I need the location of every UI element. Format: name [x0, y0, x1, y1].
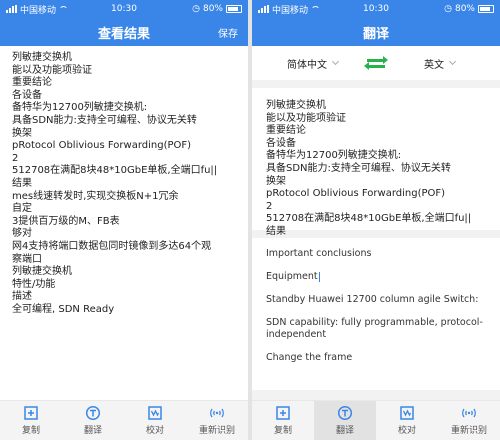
battery-icon: [478, 5, 494, 13]
text-line: 换架: [266, 175, 286, 187]
status-bar: 中国移动 10:30 ◷ 80%: [0, 0, 248, 18]
text-line: 描述: [12, 291, 32, 303]
copy-icon: [24, 406, 38, 420]
translate-label: 翻译: [83, 426, 102, 436]
text-line: pRotocol Oblivious Forwarding(POF): [266, 188, 446, 200]
source-language-label: 简体中文: [287, 59, 327, 71]
proofread-label: 校对: [397, 426, 416, 436]
text-line: 能以及功能项验证: [266, 112, 346, 124]
text-line: 备特华为12700列敏捷交换机:: [266, 150, 402, 162]
target-language-label: 英文: [424, 59, 444, 71]
text-line: 2: [266, 200, 273, 212]
text-line: 各设备: [12, 89, 42, 101]
text-line: 结果: [12, 177, 32, 189]
status-bar: 中国移动 10:30 ◷ 80%: [252, 0, 500, 18]
copy-button[interactable]: 复制: [252, 401, 314, 440]
copy-label: 复制: [21, 426, 40, 436]
rescan-button[interactable]: 重新识别: [438, 401, 500, 440]
rescan-icon: [462, 408, 476, 418]
proofread-label: 校对: [145, 426, 164, 436]
text-line: 3提供百万级的M、FB表: [12, 215, 120, 227]
text-line: 512708在满配8块48*10GbE单板,全端口fu||: [266, 213, 472, 225]
text-line: 网4支持将端口数据包同时镜像到多达64个观: [12, 240, 212, 252]
chevron-down-icon: [448, 57, 457, 66]
text-line: 察端口: [12, 253, 42, 265]
clock: 10:30: [111, 4, 137, 14]
text-line: 各设备: [266, 137, 296, 149]
translate-icon: [85, 405, 101, 421]
text-line: 列敏捷交换机: [12, 52, 72, 63]
app-bar: 查看结果 保存: [0, 18, 248, 46]
source-text-card[interactable]: 列敏捷交换机 能以及功能项验证 重要结论 各设备 备特华为12700列敏捷交换机: 具备S…: [252, 88, 500, 237]
text-line: 重要结论: [266, 125, 306, 137]
text-line: 备特华为12700列敏捷交换机:: [12, 102, 148, 114]
ocr-result-text[interactable]: 列敏捷交换机 能以及功能项验证 重要结论 各设备 备特华为12700列敏捷交换机: 具备S…: [0, 46, 248, 322]
text-line: 具备SDN能力:支持全可编程、协议无关转: [12, 114, 197, 126]
language-bar: 简体中文 英文: [252, 46, 500, 80]
rescan-label: 重新识别: [450, 426, 487, 436]
text-line: 列敏捷交换机: [12, 266, 72, 278]
proofread-button[interactable]: 校对: [376, 401, 438, 440]
result-screen: 中国移动 10:30 ◷ 80% 查看结果 保存 列敏捷交换机 能以及功能项验证重…: [0, 0, 248, 440]
text-line: 特性/功能: [12, 278, 56, 290]
chevron-down-icon: [331, 57, 340, 66]
text-line: 重要结论: [12, 77, 52, 89]
text-line: mes线速转发时,实现交换板N+1冗余: [12, 190, 179, 202]
translated-line: Standby Huawei 12700 column agile Switch…: [266, 294, 479, 305]
copy-label: 复制: [273, 426, 292, 436]
clock: 10:30: [363, 4, 389, 14]
rescan-label: 重新识别: [198, 426, 235, 436]
bottom-toolbar: 复制 翻译 校对 重新识别: [0, 400, 248, 440]
text-cursor: [318, 271, 320, 282]
text-line: 能以及功能项验证: [12, 64, 92, 76]
source-language-select[interactable]: 简体中文: [262, 56, 363, 71]
text-line: 列敏捷交换机: [266, 100, 326, 111]
translate-icon: [337, 405, 353, 421]
page-title: 翻译: [362, 26, 389, 42]
text-line: pRotocol Oblivious Forwarding(POF): [12, 140, 192, 152]
rescan-button[interactable]: 重新识别: [186, 401, 248, 440]
translated-line: Important conclusions: [266, 248, 372, 259]
rescan-icon: [210, 408, 224, 418]
text-line: 结果: [266, 225, 286, 237]
target-language-select[interactable]: 英文: [389, 56, 490, 71]
text-line: 2: [12, 152, 19, 164]
translate-screen: 中国移动 10:30 ◷ 80% 翻译 简体中文 英文 列敏捷交换机 能以及功能项…: [252, 0, 500, 440]
bottom-toolbar: 复制 翻译 校对 重新识别: [252, 400, 500, 440]
translated-line: SDN capability: fully programmable, prot…: [266, 317, 483, 340]
translate-button[interactable]: 翻译: [314, 401, 376, 440]
text-line: 512708在满配8块48*10GbE单板,全端口fu||: [12, 165, 218, 177]
translated-line: Equipment: [266, 271, 320, 282]
proofread-button[interactable]: 校对: [124, 401, 186, 440]
text-line: 具备SDN能力:支持全可编程、协议无关转: [266, 162, 451, 174]
battery-icon: [226, 5, 242, 13]
source-text: 列敏捷交换机 能以及功能项验证 重要结论 各设备 备特华为12700列敏捷交换机: 具备S…: [266, 100, 486, 239]
translate-button[interactable]: 翻译: [62, 401, 124, 440]
save-button[interactable]: 保存: [218, 25, 238, 40]
text-line: 全可编程, SDN Ready: [12, 303, 115, 315]
text-line: 够对: [12, 228, 32, 240]
proofread-icon: [148, 406, 162, 420]
text-line: 换架: [12, 127, 32, 139]
text-line: 自定: [12, 203, 32, 215]
app-bar: 翻译: [252, 18, 500, 46]
copy-button[interactable]: 复制: [0, 401, 62, 440]
proofread-icon: [400, 406, 414, 420]
translated-line: Change the frame: [266, 352, 353, 363]
swap-languages-icon[interactable]: [363, 55, 389, 70]
translation-result-card[interactable]: Important conclusions Equipment Standby Hu…: [252, 238, 500, 390]
translate-label: 翻译: [335, 426, 354, 436]
page-title: 查看结果: [97, 26, 150, 42]
copy-icon: [276, 406, 290, 420]
